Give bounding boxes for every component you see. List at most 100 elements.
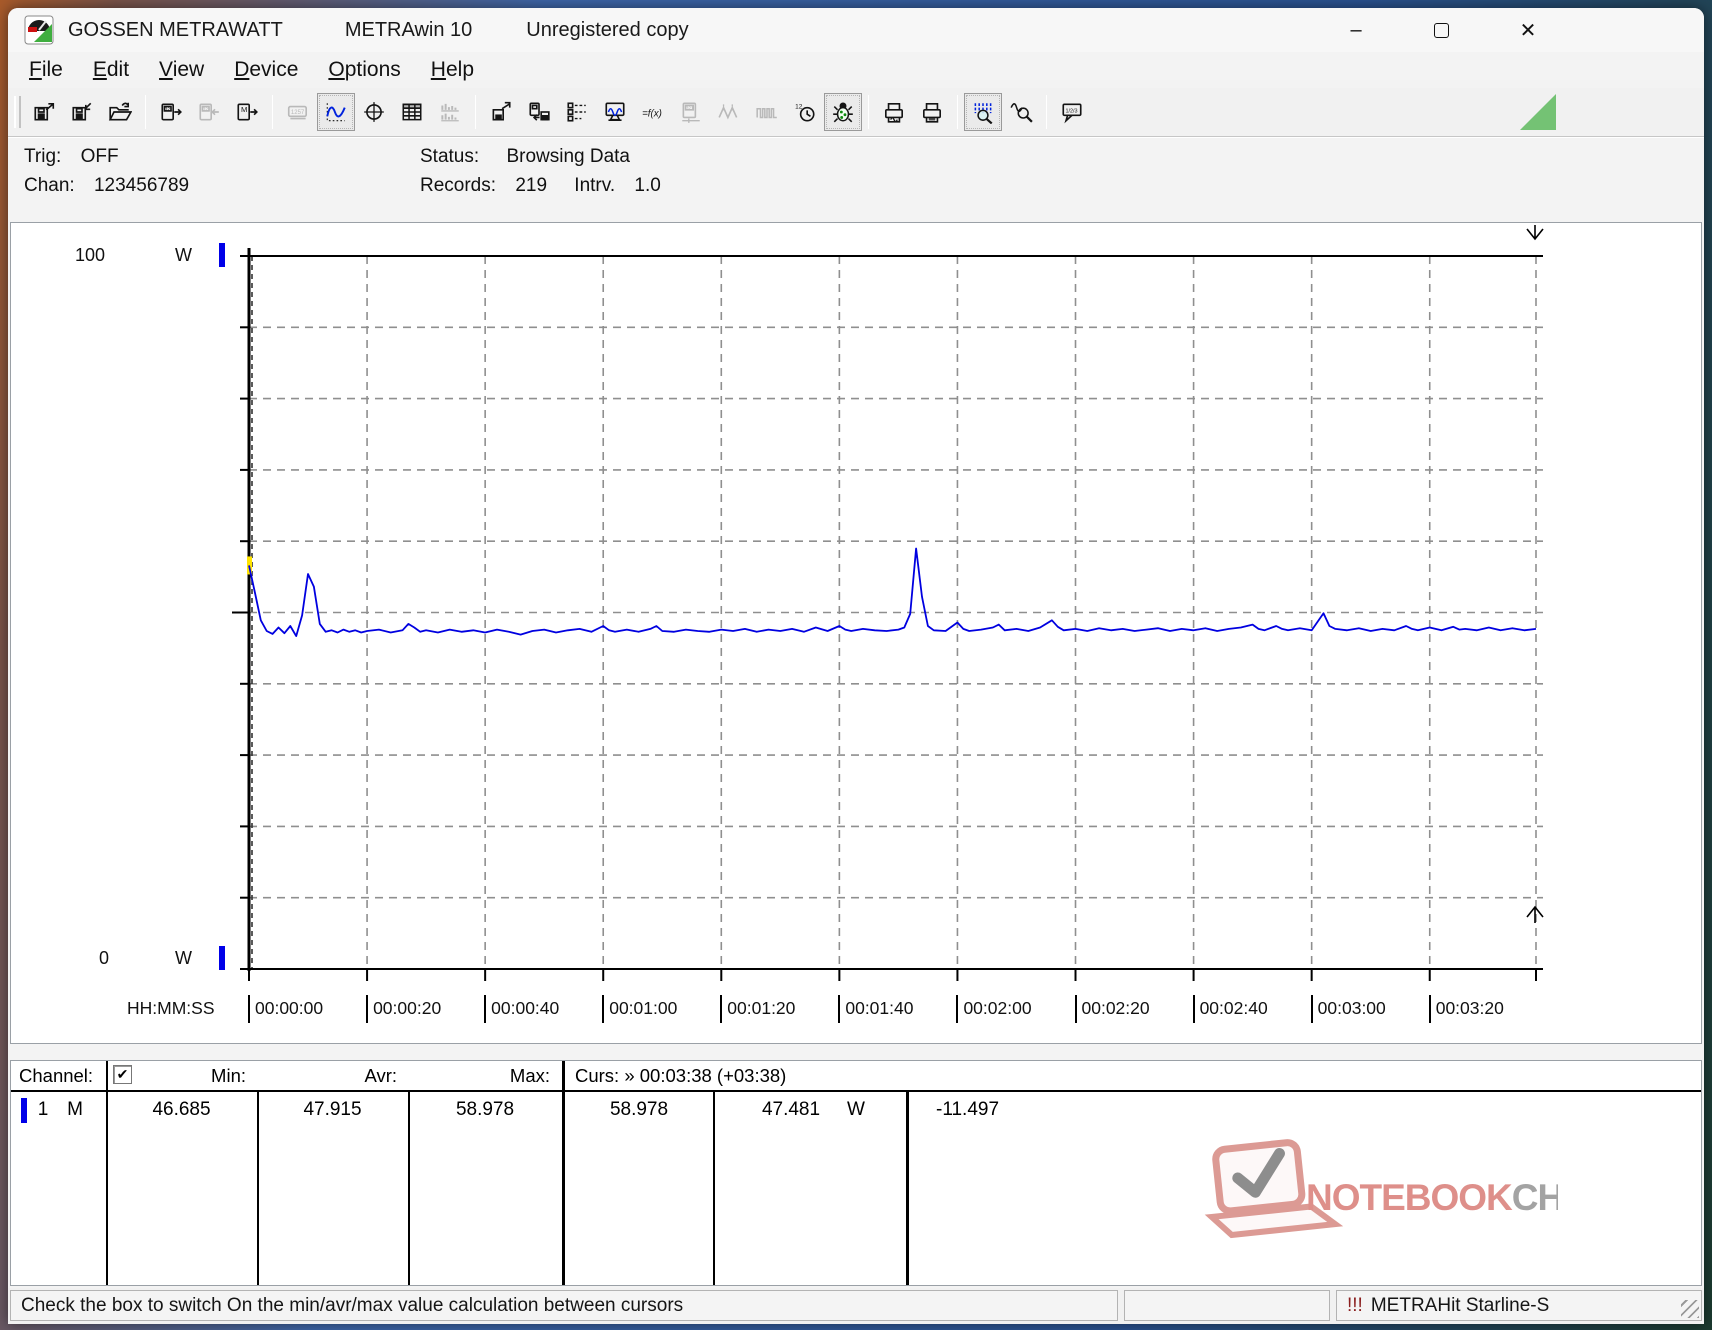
print-chart-button[interactable] [875, 93, 913, 131]
menu-help[interactable]: Help [416, 55, 489, 85]
svg-text:321: 321 [165, 106, 173, 111]
table-row-channel-1: 1 M 46.685 47.915 58.978 58.978 47.481 W… [11, 1094, 1701, 1128]
pulse-settings-button [748, 93, 786, 131]
print-chart-icon [885, 103, 903, 123]
toolbar: 321 321 M 1257 =f(x) 321 12 1/2/3 [8, 88, 1704, 136]
time-settings-button[interactable]: 12 [786, 93, 824, 131]
max-value: 58.978 [455, 1099, 515, 1120]
waveform-plot[interactable] [11, 223, 1701, 1043]
channel-value: 123456789 [93, 175, 190, 196]
menu-bar: File Edit View Device Options Help [8, 52, 1704, 88]
save-import-icon [72, 102, 92, 121]
menu-options[interactable]: Options [313, 55, 415, 85]
formula-button[interactable]: =f(x) [634, 93, 672, 131]
status-value: Browsing Data [506, 146, 630, 167]
menu-view[interactable]: View [144, 55, 219, 85]
channel-label: Chan: [24, 175, 75, 196]
toolbar-separator [272, 95, 273, 129]
x-tick-label: 00:02:00 [956, 995, 1032, 1023]
trigger-status: Trig: OFF [24, 146, 119, 168]
x-tick-label: 00:00:20 [366, 995, 441, 1023]
avr-value: 47.915 [303, 1099, 362, 1120]
yt-chart-icon [326, 103, 346, 122]
zoom-cursor-icon [1010, 103, 1033, 123]
trigger-label: Trig: [24, 146, 62, 167]
trigger-wave-icon [718, 104, 738, 120]
table-header: Channel: ✔ Min: Avr: Max: Curs: » 00:03:… [11, 1061, 1701, 1092]
menu-edit[interactable]: Edit [78, 55, 144, 85]
title-license-status: Unregistered copy [526, 18, 689, 41]
channel-setup-button[interactable] [558, 93, 596, 131]
read-device-button[interactable]: 321 [152, 93, 190, 131]
trigger-value: OFF [80, 146, 119, 167]
device-settings-button: 321 [672, 93, 710, 131]
svg-text:321: 321 [203, 106, 211, 111]
svg-text:=f(x): =f(x) [642, 108, 662, 119]
save-import-button[interactable] [63, 93, 101, 131]
menu-file[interactable]: File [14, 55, 78, 85]
green-triangle-decoration [1520, 94, 1556, 130]
title-app-name: METRAwin 10 [344, 18, 473, 41]
status-readout: Status: Browsing Data [420, 146, 630, 168]
read-memory-icon: M [237, 103, 258, 121]
toolbar-grip[interactable] [14, 96, 21, 128]
svg-text:M: M [241, 105, 247, 114]
status-label: Status: [420, 146, 480, 167]
status-bar: Check the box to switch On the min/avr/m… [8, 1288, 1704, 1324]
maximize-button[interactable] [1418, 8, 1464, 52]
minimize-icon: – [1350, 18, 1362, 41]
interval-label: Intrv. [574, 175, 616, 196]
clock-icon: 12 [795, 104, 815, 122]
app-window: GOSSEN METRAWATT METRAwin 10 Unregistere… [8, 8, 1704, 1324]
yt-chart-view-button[interactable] [317, 93, 355, 131]
x-tick-label: 00:01:20 [720, 995, 795, 1023]
cursor-unit: W [847, 1099, 865, 1120]
minimize-button[interactable]: – [1333, 8, 1379, 52]
formula-icon: =f(x) [642, 108, 662, 119]
maximize-icon [1433, 22, 1449, 38]
toolbar-separator [868, 95, 869, 129]
open-folder-icon [108, 102, 132, 121]
export-data-button[interactable] [482, 93, 520, 131]
min-value: 46.685 [152, 1099, 211, 1120]
statusbar-message-panel: Check the box to switch On the min/avr/m… [10, 1290, 1118, 1321]
open-file-button[interactable] [101, 93, 139, 131]
trigger-settings-button [710, 93, 748, 131]
zoom-cursor-button[interactable] [1002, 93, 1040, 131]
numeric-display-icon: 1257 [287, 105, 307, 120]
svg-text:1257: 1257 [291, 110, 305, 116]
statusbar-device-panel: !!! METRAHit Starline-S [1336, 1290, 1702, 1321]
read-memory-button[interactable]: M [228, 93, 266, 131]
histogram-view-button [431, 93, 469, 131]
app-icon [24, 15, 54, 45]
header-min: Min: [211, 1065, 246, 1086]
x-axis-format-label: HH:MM:SS [127, 998, 215, 1018]
toolbar-separator [1046, 95, 1047, 129]
title-bar: GOSSEN METRAWATT METRAwin 10 Unregistere… [8, 8, 1704, 52]
toolbar-separator [957, 95, 958, 129]
records-readout: Records: 219 Intrv. 1.0 [420, 175, 661, 197]
close-button[interactable]: ✕ [1505, 8, 1551, 52]
title-brand: GOSSEN METRAWATT [68, 18, 283, 41]
cursor1-value: 58.978 [609, 1099, 669, 1120]
print-report-button[interactable] [913, 93, 951, 131]
debug-mode-button[interactable] [824, 93, 862, 131]
online-monitor-button[interactable] [596, 93, 634, 131]
table-view-button[interactable] [393, 93, 431, 131]
cursor2-bottom-handle [1526, 905, 1544, 923]
zoom-signal-button[interactable] [964, 93, 1002, 131]
write-device-icon: 321 [199, 103, 219, 121]
read-device-icon: 321 [161, 103, 182, 121]
menu-device[interactable]: Device [219, 55, 313, 85]
resize-grip[interactable] [1681, 1300, 1699, 1318]
record-data-button[interactable] [520, 93, 558, 131]
xy-chart-view-button[interactable] [355, 93, 393, 131]
xy-crosshair-icon [364, 102, 384, 122]
power-trace [248, 547, 1537, 638]
online-monitor-icon [605, 102, 625, 121]
save-export-button[interactable] [25, 93, 63, 131]
table-grid-icon [402, 103, 422, 121]
numeric-display-button: 1257 [279, 93, 317, 131]
pulse-train-icon [756, 107, 777, 119]
notes-button[interactable]: 1/2/3 [1053, 93, 1091, 131]
